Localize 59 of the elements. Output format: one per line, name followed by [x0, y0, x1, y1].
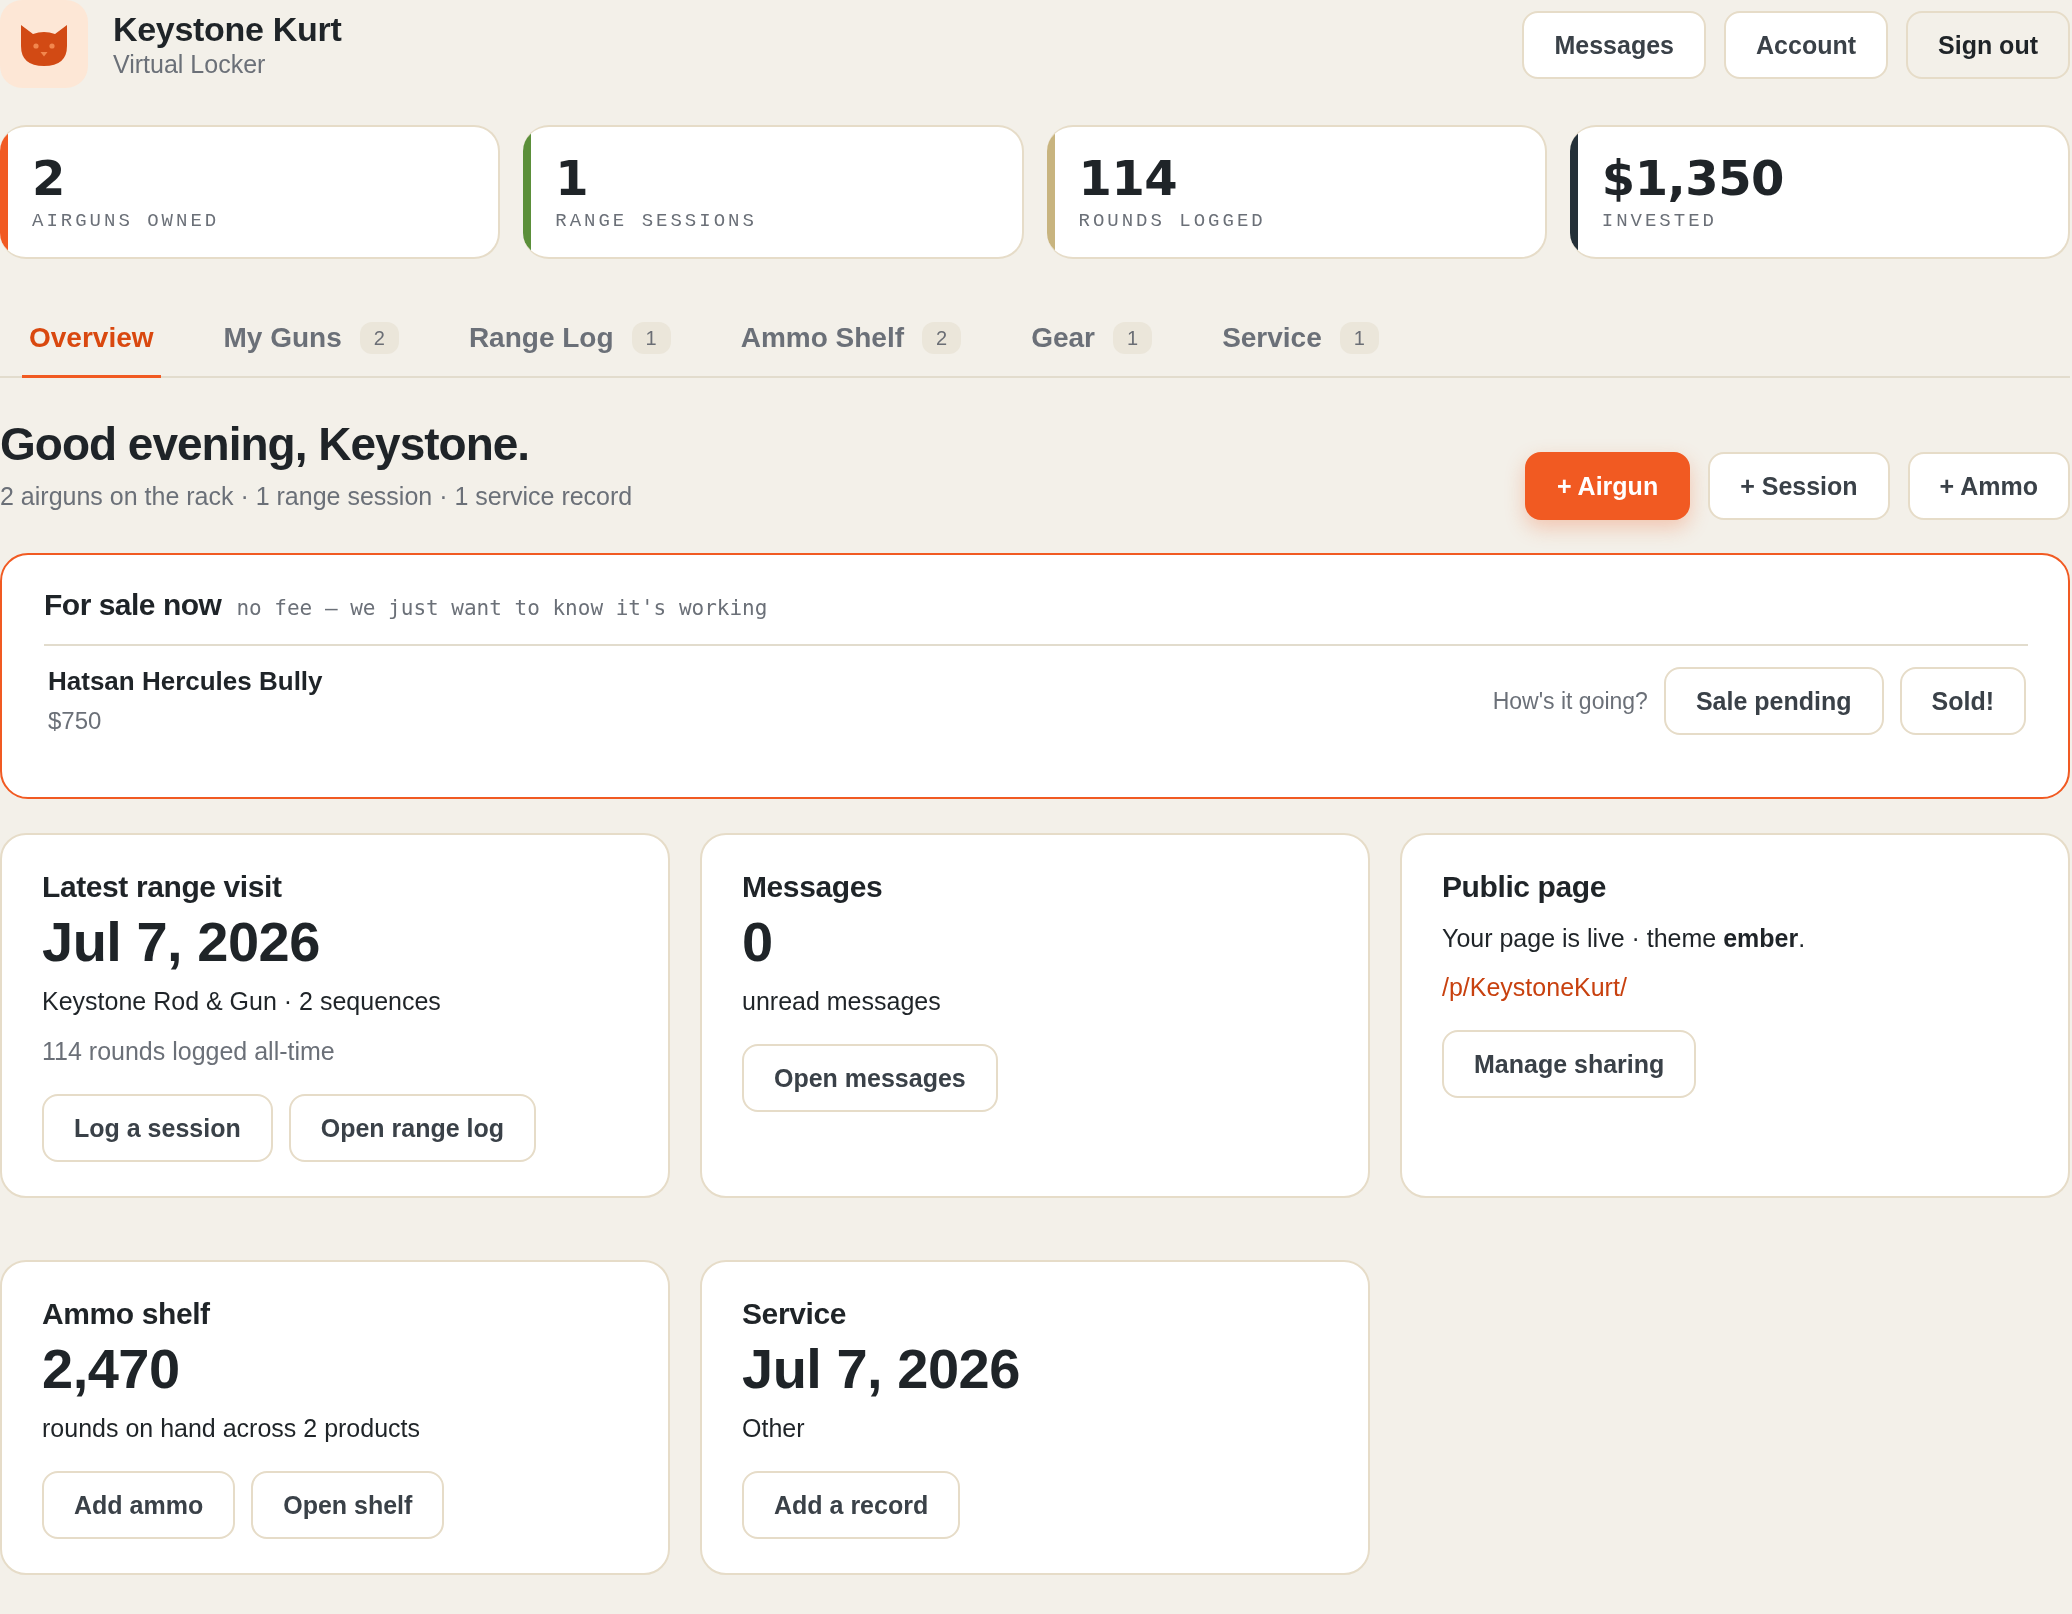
count-badge: 2	[359, 322, 399, 354]
tab[interactable]: Service 1	[1215, 299, 1386, 378]
for-sale-title: For sale now	[44, 587, 222, 623]
nav-button[interactable]: Account	[1724, 11, 1888, 79]
status-button[interactable]: Sale pending	[1663, 667, 1884, 735]
tab[interactable]: Gear 1	[1024, 299, 1160, 378]
card-title: Messages	[742, 869, 883, 905]
status-button[interactable]: Sold!	[1899, 667, 2026, 735]
tab[interactable]: My Guns 2	[216, 299, 406, 378]
count-badge: 1	[631, 322, 671, 354]
card-text: Keystone Rod & Gun · 2 sequences	[42, 986, 441, 1017]
nav-button[interactable]: Messages	[1522, 11, 1706, 79]
stat-value: 2	[32, 151, 66, 205]
card-text: rounds on hand across 2 products	[42, 1413, 420, 1444]
tab[interactable]: Overview	[22, 299, 161, 378]
count-badge: 2	[922, 322, 962, 354]
stat-value: 1	[555, 151, 590, 205]
count-badge: 1	[1339, 322, 1379, 354]
stat-value: 114	[1078, 151, 1179, 205]
stat-label: ROUNDS LOGGED	[1078, 209, 1266, 233]
card-button[interactable]: Add ammo	[42, 1471, 236, 1539]
stat-label: RANGE SESSIONS	[555, 209, 757, 233]
status-prompt: How's it going?	[1492, 687, 1648, 715]
stat-value: $1,350	[1601, 151, 1784, 205]
app-title: Keystone Kurt	[113, 9, 342, 49]
card-value: 0	[742, 911, 773, 973]
card-text: unread messages	[742, 986, 941, 1017]
greeting-summary: 2 airguns on the rack · 1 range session · 1 service record	[0, 481, 633, 512]
for-sale-note: no fee — we just want to know it's working	[236, 596, 768, 620]
stat-label: AIRGUNS OWNED	[32, 209, 220, 233]
card-title: Latest range visit	[42, 869, 282, 905]
tab[interactable]: Range Log 1	[461, 299, 678, 378]
stat-label: INVESTED	[1601, 209, 1718, 233]
card-title: Ammo shelf	[42, 1296, 210, 1332]
card-value: 2,470	[42, 1338, 180, 1400]
cat-logo-icon	[0, 0, 88, 88]
action-button[interactable]: + Ammo	[1907, 452, 2070, 520]
listing-price: $750	[48, 706, 103, 736]
card-button[interactable]: Manage sharing	[1442, 1030, 1697, 1098]
card-button[interactable]: Open range log	[288, 1094, 537, 1162]
app-subtitle: Virtual Locker	[113, 49, 267, 79]
page-link[interactable]: /p/KeystoneKurt/	[1442, 970, 1627, 1004]
count-badge: 1	[1113, 322, 1153, 354]
nav-button[interactable]: Sign out	[1906, 11, 2070, 79]
card-button[interactable]: Open messages	[742, 1044, 998, 1112]
card-value: Jul 7, 2026	[742, 1338, 1020, 1400]
card-note: 114 rounds logged all-time	[42, 1036, 335, 1067]
card-text: Your page is live · theme ember.	[1442, 923, 1806, 954]
tab[interactable]: Ammo Shelf 2	[733, 299, 969, 378]
card-value: Jul 7, 2026	[42, 911, 320, 973]
card-title: Service	[742, 1296, 846, 1332]
action-button[interactable]: + Session	[1708, 452, 1890, 520]
listing-name: Hatsan Hercules Bully	[48, 665, 323, 698]
card-button[interactable]: Add a record	[742, 1471, 961, 1539]
card-button[interactable]: Log a session	[42, 1094, 273, 1162]
card-text: Other	[742, 1413, 805, 1444]
card-button[interactable]: Open shelf	[251, 1471, 445, 1539]
greeting-title: Good evening, Keystone.	[0, 417, 531, 472]
card-title: Public page	[1442, 869, 1606, 905]
